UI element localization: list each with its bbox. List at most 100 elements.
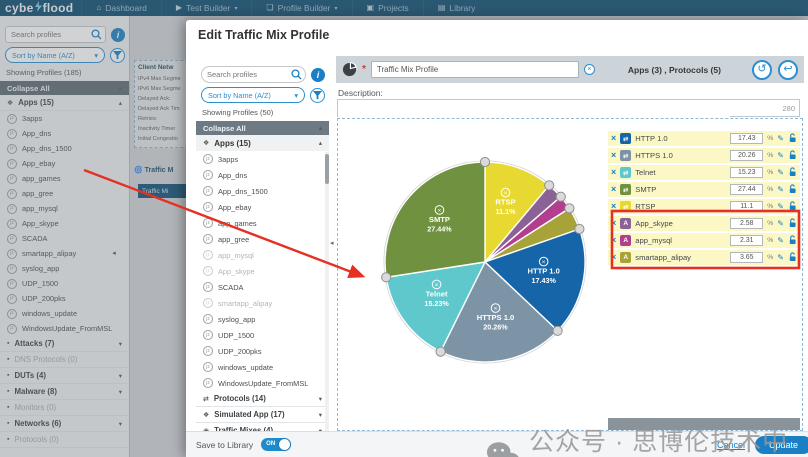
mix-value-input[interactable]	[730, 150, 763, 161]
mix-value-input[interactable]	[730, 201, 763, 212]
filter-icon[interactable]	[310, 88, 325, 103]
slice-name: HTTPS 1.0	[477, 313, 515, 322]
unlock-icon[interactable]	[788, 198, 797, 216]
save-to-library-label: Save to Library	[196, 440, 253, 450]
section-apps[interactable]: ❖Apps (15)▴	[196, 135, 329, 151]
remove-row-icon[interactable]: ×	[611, 151, 616, 160]
edit-icon[interactable]: ✎	[777, 152, 784, 160]
panel-collapse-icon[interactable]: ◂	[330, 236, 338, 250]
edit-icon[interactable]: ✎	[777, 169, 784, 177]
remove-slice-x[interactable]: ×	[435, 282, 439, 289]
profile-type-icon: jz	[203, 154, 213, 164]
mix-value-input[interactable]	[730, 184, 763, 195]
remove-row-icon[interactable]: ×	[611, 253, 616, 262]
description-input[interactable]	[338, 103, 730, 119]
update-button[interactable]: Update	[755, 436, 808, 454]
chevron-up-icon: ▴	[319, 139, 322, 147]
mix-row-telnet: ×⇄Telnet%✎	[608, 165, 800, 180]
description-field-wrap: 280	[337, 99, 800, 117]
profile-type-icon: jz	[203, 170, 213, 180]
mix-row-http-1-0: ×⇄HTTP 1.0%✎	[608, 131, 800, 146]
remove-row-icon[interactable]: ×	[611, 202, 616, 211]
mix-value-input[interactable]	[730, 218, 763, 229]
remove-slice-x[interactable]: ×	[504, 190, 508, 197]
slice-handle[interactable]	[436, 347, 445, 356]
unlock-icon[interactable]	[788, 249, 797, 267]
list-item[interactable]: jzapp_games	[196, 215, 329, 231]
toggle-knob	[279, 439, 290, 450]
chevron-down-icon: ▾	[319, 411, 322, 419]
search-profiles-input[interactable]	[207, 67, 289, 82]
remove-row-icon[interactable]: ×	[611, 219, 616, 228]
list-item[interactable]: jzApp_ebay	[196, 199, 329, 215]
slice-percent: 20.26%	[483, 323, 508, 332]
clear-name-icon[interactable]: ×	[584, 64, 595, 75]
mix-row-rtsp: ×⇄RTSP%✎	[608, 199, 800, 214]
edit-icon[interactable]: ✎	[777, 237, 784, 245]
list-item[interactable]: jzWindowsUpdate_FromMSL	[196, 375, 329, 391]
traffic-mix-pie-chart[interactable]: ×RTSP11.1%×HTTP 1.017.43%×HTTPS 1.020.26…	[338, 119, 606, 430]
cancel-button[interactable]: Cancel	[717, 440, 745, 450]
undo-button[interactable]: ↩	[778, 60, 798, 80]
info-icon[interactable]: i	[311, 68, 325, 82]
list-item[interactable]: jzUDP_200pks	[196, 343, 329, 359]
edit-icon[interactable]: ✎	[777, 135, 784, 143]
remove-slice-x[interactable]: ×	[542, 259, 546, 266]
slice-handle[interactable]	[480, 157, 489, 166]
remove-row-icon[interactable]: ×	[611, 168, 616, 177]
mix-value-input[interactable]	[730, 252, 763, 263]
slice-handle[interactable]	[553, 326, 562, 335]
scrollbar-track[interactable]	[325, 152, 329, 432]
edit-icon[interactable]: ✎	[777, 254, 784, 262]
remove-row-icon[interactable]: ×	[611, 185, 616, 194]
required-asterisk: *	[362, 64, 366, 75]
remove-slice-x[interactable]: ×	[494, 305, 498, 312]
list-item[interactable]: jzwindows_update	[196, 359, 329, 375]
profile-header-row: * × Apps (3) , Protocols (5) ↺ ↩	[336, 56, 804, 83]
edit-icon[interactable]: ✎	[777, 203, 784, 211]
unlock-icon[interactable]	[788, 215, 797, 233]
mix-rows: ×⇄HTTP 1.0%✎×⇄HTTPS 1.0%✎×⇄Telnet%✎×⇄SMT…	[608, 131, 800, 265]
list-item[interactable]: jz3apps	[196, 151, 329, 167]
remove-slice-x[interactable]: ×	[438, 207, 442, 214]
slice-handle[interactable]	[565, 204, 574, 213]
remove-row-icon[interactable]: ×	[611, 236, 616, 245]
unlock-icon[interactable]	[788, 130, 797, 148]
edit-icon[interactable]: ✎	[777, 186, 784, 194]
scrollbar-thumb[interactable]	[325, 154, 329, 184]
mix-value-input[interactable]	[730, 133, 763, 144]
remove-row-icon[interactable]: ×	[611, 134, 616, 143]
unlock-icon[interactable]	[788, 232, 797, 250]
mix-value-input[interactable]	[730, 167, 763, 178]
list-item[interactable]: jzsyslog_app	[196, 311, 329, 327]
mix-row-name: HTTP 1.0	[635, 134, 726, 143]
search-icon[interactable]	[291, 69, 302, 82]
panel-section-protocols[interactable]: ⇄Protocols (14)▾	[196, 391, 329, 407]
percent-label: %	[767, 152, 773, 159]
sort-dropdown[interactable]: Sort by Name (A/Z)▾	[201, 87, 305, 103]
history-button[interactable]: ↺	[752, 60, 772, 80]
slice-handle[interactable]	[545, 181, 554, 190]
unlock-icon[interactable]	[788, 147, 797, 165]
unlock-icon[interactable]	[788, 181, 797, 199]
edit-icon[interactable]: ✎	[777, 220, 784, 228]
panel-section-simulated[interactable]: ❖Simulated App (17)▾	[196, 407, 329, 423]
profile-type-icon: jz	[203, 250, 213, 260]
list-item[interactable]: jzSCADA	[196, 279, 329, 295]
section-label: Protocols (14)	[214, 394, 266, 403]
profile-name-input[interactable]	[371, 61, 579, 78]
list-item[interactable]: jzApp_dns_1500	[196, 183, 329, 199]
list-item[interactable]: jzUDP_1500	[196, 327, 329, 343]
list-item-label: app_mysql	[218, 251, 254, 260]
slice-handle[interactable]	[382, 273, 391, 282]
list-item[interactable]: jzapp_gree	[196, 231, 329, 247]
slice-handle[interactable]	[575, 224, 584, 233]
slice-handle[interactable]	[556, 192, 565, 201]
unlock-icon[interactable]	[788, 164, 797, 182]
mix-value-input[interactable]	[730, 235, 763, 246]
collapse-all-bar[interactable]: Collapse All▴	[196, 121, 329, 135]
list-item[interactable]: jzApp_dns	[196, 167, 329, 183]
section-icon: ❖	[203, 411, 209, 419]
save-to-library-toggle[interactable]: ON	[261, 438, 291, 451]
profile-type-icon: jz	[203, 346, 213, 356]
